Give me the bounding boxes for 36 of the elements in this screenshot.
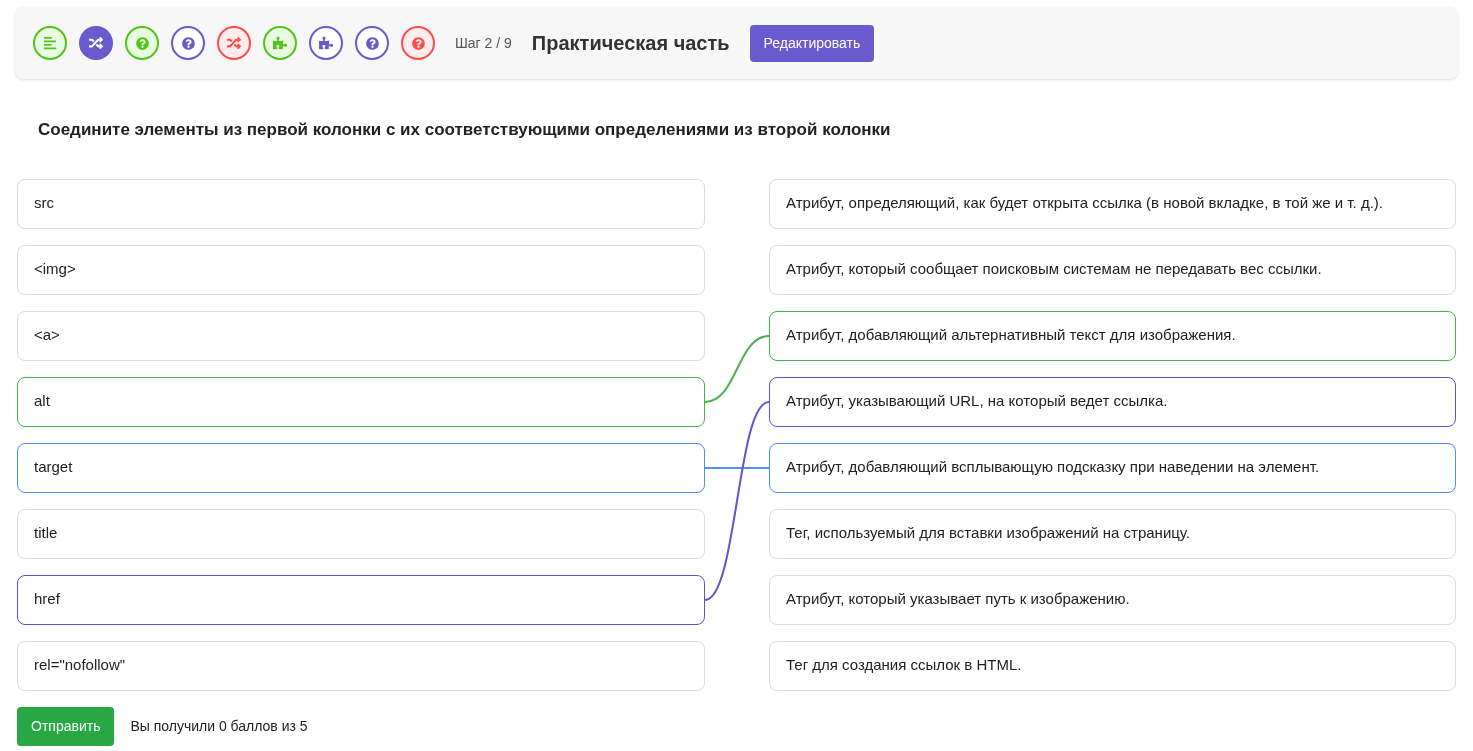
match-item[interactable]: <img> — [17, 244, 705, 295]
definition-item[interactable]: Тег, используемый для вставки изображений на страницу. — [769, 508, 1456, 559]
definition-item[interactable]: Атрибут, который сообщает поисковым системам не передавать вес ссылки. — [769, 244, 1456, 295]
edit-button[interactable]: Редактировать — [749, 24, 875, 62]
definition-item[interactable]: Атрибут, который указывает путь к изображению. — [769, 574, 1456, 625]
definition-item[interactable]: Атрибут, добавляющий всплывающую подсказку при наведении на элемент. — [769, 442, 1456, 493]
definition-item[interactable]: Атрибут, указывающий URL, на который ведет ссылка. — [769, 376, 1456, 427]
question-icon — [411, 36, 425, 50]
puzzle-icon — [273, 36, 287, 50]
definition-item[interactable]: Тег для создания ссылок в HTML. — [769, 640, 1456, 691]
question-text: Соедините элементы из первой колонки с их соответствующими определениями из второй колонки — [38, 119, 892, 141]
match-item[interactable]: alt — [17, 376, 705, 427]
definition-item[interactable]: Атрибут, добавляющий альтернативный текст для изображения. — [769, 310, 1456, 361]
step-button[interactable] — [355, 26, 389, 60]
question-icon — [135, 36, 149, 50]
puzzle-icon — [319, 36, 333, 50]
step-button[interactable] — [171, 26, 205, 60]
match-item[interactable]: href — [17, 574, 705, 625]
match-item[interactable]: title — [17, 508, 705, 559]
match-item[interactable]: rel="nofollow" — [17, 640, 705, 691]
match-item[interactable]: target — [17, 442, 705, 493]
match-item[interactable]: src — [17, 178, 705, 229]
score-text: Вы получили 0 баллов из 5 — [130, 716, 308, 736]
question-icon — [181, 36, 195, 50]
step-button[interactable] — [309, 26, 343, 60]
step-button[interactable] — [217, 26, 251, 60]
question-icon — [365, 36, 379, 50]
lines-icon — [43, 36, 57, 50]
shuffle-icon — [89, 36, 103, 50]
match-item[interactable]: <a> — [17, 310, 705, 361]
shuffle-icon — [227, 36, 241, 50]
definition-item[interactable]: Атрибут, определяющий, как будет открыта ссылка (в новой вкладке, в той же и т. д.). — [769, 178, 1456, 229]
step-counter: Шаг 2 / 9 — [455, 33, 512, 53]
step-button[interactable] — [79, 26, 113, 60]
step-button[interactable] — [401, 26, 435, 60]
section-title: Практическая часть — [531, 31, 730, 56]
